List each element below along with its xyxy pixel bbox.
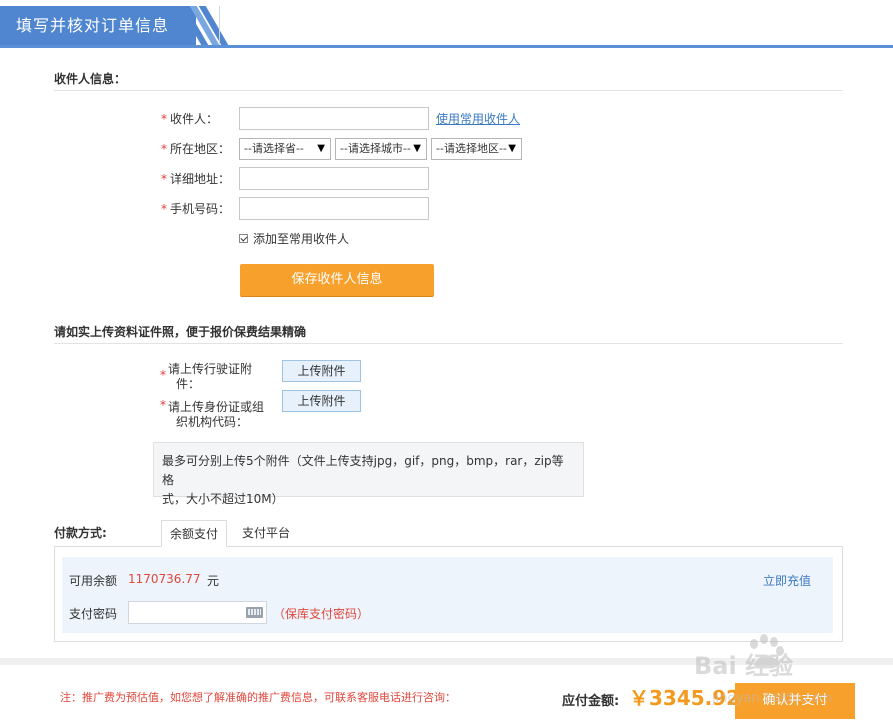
upload-note-line: 最多可分别上传5个附件（文件上传支持jpg，gif，png，bmp，rar，zi… bbox=[162, 454, 564, 487]
id-upload-label-cont: 织机构代码： bbox=[176, 415, 249, 429]
add-to-common-checkbox[interactable] bbox=[239, 234, 248, 243]
phone-input[interactable] bbox=[239, 197, 429, 220]
footer-note: 注：推广费为预估值，如您想了解准确的推广费信息，可联系客服电话进行咨询： bbox=[60, 691, 456, 704]
total-label: 应付金额: bbox=[562, 694, 620, 709]
upload-section-title: 请如实上传资料证件照，便于报价保费结果精确 bbox=[54, 325, 307, 339]
address-input[interactable] bbox=[239, 167, 429, 190]
divider bbox=[54, 90, 843, 91]
upload-id-button[interactable]: 上传附件 bbox=[282, 390, 361, 412]
header-underline bbox=[0, 45, 893, 48]
upload-note: 最多可分别上传5个附件（文件上传支持jpg，gif，png，bmp，rar，zi… bbox=[153, 442, 584, 506]
keyboard-icon[interactable] bbox=[246, 607, 263, 618]
chevron-down-icon: ▼ bbox=[317, 143, 325, 154]
header-divider bbox=[219, 6, 220, 45]
region-label: * 所在地区： bbox=[161, 142, 231, 156]
recipient-name-label: * 收件人： bbox=[161, 112, 219, 126]
recharge-link[interactable]: 立即充值 bbox=[763, 572, 811, 589]
phone-label: * 手机号码： bbox=[161, 202, 231, 216]
divider bbox=[54, 343, 843, 344]
add-to-common-label: 添加至常用收件人 bbox=[253, 232, 350, 246]
tab-payment-platform[interactable]: 支付平台 bbox=[233, 520, 299, 547]
page-header: 填写并核对订单信息 bbox=[0, 0, 893, 48]
page-title: 填写并核对订单信息 bbox=[0, 6, 196, 45]
required-marker: * bbox=[160, 368, 166, 382]
confirm-pay-button[interactable]: 确认并支付 bbox=[735, 683, 855, 719]
total-amount: ￥3345.92 bbox=[629, 686, 741, 710]
chevron-down-icon: ▼ bbox=[508, 143, 516, 154]
upload-license-button[interactable]: 上传附件 bbox=[282, 360, 361, 382]
recipient-section-title: 收件人信息： bbox=[54, 72, 127, 86]
balance-label: 可用余额 bbox=[69, 574, 118, 588]
payment-section-title: 付款方式: bbox=[54, 526, 107, 540]
city-select[interactable]: --请选择城市-- ▼ bbox=[335, 138, 427, 160]
password-hint: （保库支付密码） bbox=[273, 607, 370, 621]
use-common-recipient-link[interactable]: 使用常用收件人 bbox=[436, 110, 520, 127]
address-label: * 详细地址： bbox=[161, 172, 231, 186]
save-recipient-button[interactable]: 保存收件人信息 bbox=[240, 264, 434, 296]
chevron-down-icon: ▼ bbox=[413, 143, 421, 154]
province-select[interactable]: --请选择省-- ▼ bbox=[239, 138, 331, 160]
balance-unit: 元 bbox=[207, 574, 220, 588]
upload-note-line: 式，大小不超过10M） bbox=[162, 492, 284, 506]
password-label: 支付密码 bbox=[69, 607, 118, 621]
balance-value: 1170736.77 bbox=[128, 572, 201, 586]
district-select[interactable]: --请选择地区-- ▼ bbox=[431, 138, 522, 160]
license-upload-label-cont: 件： bbox=[176, 377, 201, 391]
required-marker: * bbox=[160, 398, 166, 412]
tab-balance-payment[interactable]: 余额支付 bbox=[161, 520, 227, 547]
recipient-name-input[interactable] bbox=[239, 107, 429, 130]
